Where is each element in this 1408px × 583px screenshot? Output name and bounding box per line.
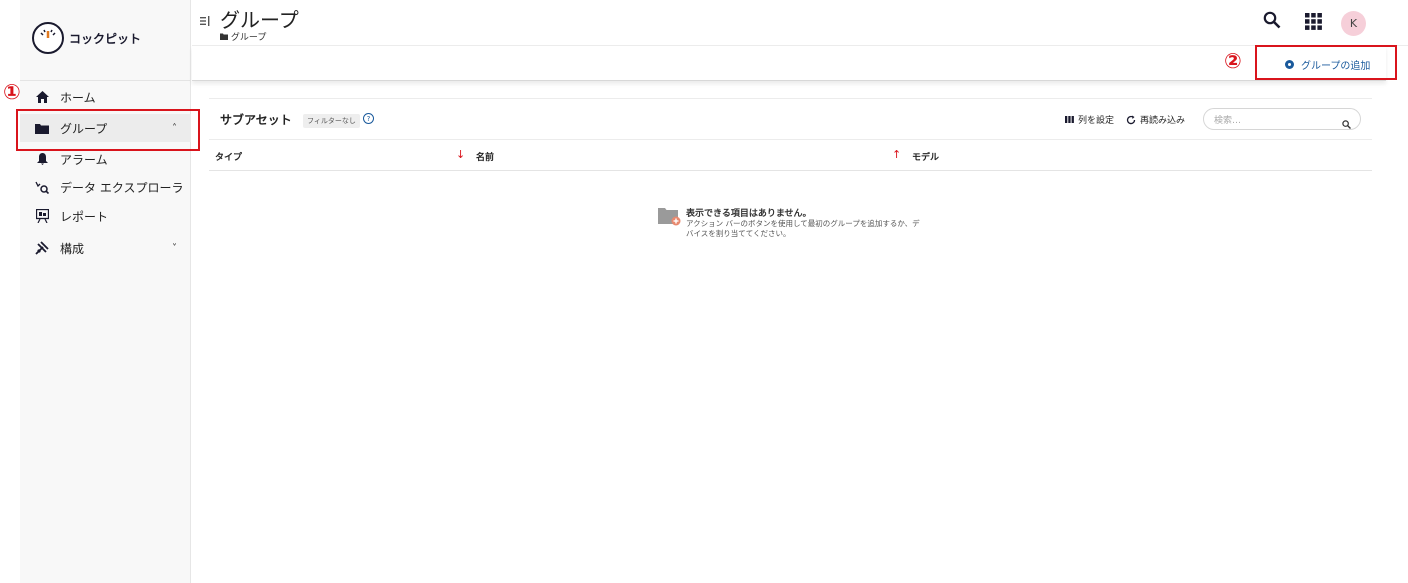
bell-icon (34, 151, 50, 167)
sidebar-item-configuration[interactable]: 構成 ˅ (20, 234, 191, 262)
folder-icon (220, 33, 228, 40)
table-header: タイプ ↓ 名前 ↑ モデル (209, 139, 1372, 171)
column-header-name[interactable]: 名前 (476, 150, 494, 163)
app-switcher-grid-icon[interactable] (1305, 13, 1322, 34)
sidebar-item-home[interactable]: ホーム (20, 83, 191, 111)
configure-columns-label: 列を設定 (1078, 116, 1115, 126)
sort-ascending-icon[interactable]: ↑ (892, 148, 901, 161)
report-icon (34, 208, 50, 224)
sidebar-item-label: ホーム (60, 90, 96, 105)
annotation-number-2: ② (1224, 49, 1242, 73)
search-icon[interactable] (1263, 11, 1281, 33)
list-toolbar: サブアセット フィルターなし ? 列を設定 再読み込み 検索… (209, 98, 1372, 138)
refresh-icon (1126, 115, 1136, 124)
reload-label: 再読み込み (1140, 116, 1186, 126)
breadcrumb-label: グループ (230, 33, 267, 43)
empty-state-title: 表示できる項目はありません。 (686, 209, 812, 219)
user-avatar[interactable]: K (1341, 11, 1366, 36)
sidebar-item-reports[interactable]: レポート (20, 202, 191, 230)
action-bar (192, 46, 1386, 81)
data-explorer-icon (34, 179, 50, 195)
page-title: グループ (220, 8, 299, 32)
sidebar-item-label: データ エクスプローラ (60, 180, 184, 195)
app-logo[interactable]: コックピット (32, 22, 141, 54)
sort-descending-icon[interactable]: ↓ (456, 148, 465, 161)
annotation-box-groups (16, 109, 200, 151)
empty-state-description: アクション バーのボタンを使用して最初のグループを追加するか、デバイスを割り当て… (686, 219, 920, 238)
search-input[interactable]: 検索… (1203, 108, 1361, 130)
annotation-box-add-group (1255, 45, 1397, 80)
configuration-icon (34, 240, 50, 256)
help-icon[interactable]: ? (363, 113, 374, 124)
sidebar-item-label: アラーム (60, 152, 108, 167)
breadcrumb[interactable]: グループ (220, 30, 266, 43)
app-name: コックピット (69, 31, 142, 46)
configure-columns-button[interactable]: 列を設定 (1065, 113, 1114, 126)
columns-icon (1065, 116, 1074, 123)
home-icon (34, 89, 50, 105)
column-header-model[interactable]: モデル (912, 150, 939, 163)
reload-button[interactable]: 再読み込み (1126, 113, 1185, 126)
column-header-type[interactable]: タイプ (215, 150, 242, 163)
collapse-sidebar-icon[interactable] (200, 16, 210, 29)
cockpit-logo-icon (32, 22, 64, 54)
sidebar-divider (20, 80, 191, 81)
sidebar-item-label: 構成 (60, 241, 85, 256)
chevron-down-icon[interactable]: ˅ (172, 243, 177, 254)
sidebar-item-label: レポート (60, 209, 109, 224)
search-icon[interactable] (1342, 114, 1351, 133)
sidebar: コックピット ホーム グループ ˄ アラーム データ エクスプローラ レポート (20, 0, 191, 583)
annotation-number-1: ① (3, 80, 21, 104)
filter-badge[interactable]: フィルターなし (303, 114, 360, 128)
top-bar: グループ グループ K (192, 0, 1408, 46)
section-title: サブアセット (220, 113, 292, 127)
add-folder-icon (658, 207, 681, 230)
sidebar-item-data-explorer[interactable]: データ エクスプローラ (20, 173, 191, 201)
